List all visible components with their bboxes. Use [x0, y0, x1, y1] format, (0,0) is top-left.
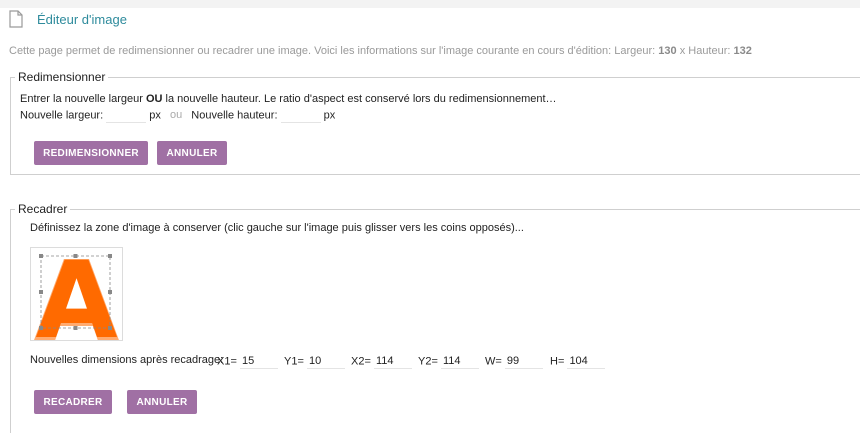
x1-label: X1=	[217, 355, 237, 368]
handle-e[interactable]	[108, 290, 112, 294]
width-unit: px	[149, 109, 161, 122]
image-width-value: 130	[658, 45, 677, 57]
height-label: Nouvelle hauteur:	[191, 109, 278, 122]
width-label: Nouvelle largeur:	[20, 109, 104, 122]
crop-image-area[interactable]: A A	[30, 238, 123, 368]
handle-nw[interactable]	[39, 254, 43, 258]
crop-button[interactable]: RECADRER	[34, 390, 112, 414]
y1-label: Y1=	[284, 355, 304, 368]
y2-group: Y2=	[418, 354, 479, 369]
h-group: H=	[550, 354, 606, 369]
handle-ne[interactable]	[108, 254, 112, 258]
resize-instr-end: la nouvelle hauteur. Le ratio d'aspect e…	[162, 93, 557, 105]
resize-cancel-button[interactable]: ANNULER	[157, 141, 227, 165]
or-separator: ou	[169, 109, 183, 122]
document-icon	[9, 10, 23, 28]
w-group: W=	[485, 354, 543, 369]
h-label: H=	[550, 355, 565, 368]
intro-separator: x Hauteur:	[676, 45, 734, 57]
x1-group: X1=	[217, 354, 278, 369]
crop-legend: Recadrer	[18, 202, 68, 216]
crop-cancel-button[interactable]: ANNULER	[127, 390, 197, 414]
crop-instructions: Définissez la zone d'image à conserver (…	[30, 222, 524, 234]
crop-dims-label: Nouvelles dimensions après recadrage:	[30, 354, 224, 366]
y2-input[interactable]	[440, 354, 479, 369]
resize-button[interactable]: REDIMENSIONNER	[34, 141, 148, 165]
h-input[interactable]	[567, 354, 606, 369]
x2-input[interactable]	[373, 354, 412, 369]
y2-label: Y2=	[418, 355, 438, 368]
resize-legend: Redimensionner	[18, 70, 106, 84]
handle-w[interactable]	[39, 290, 43, 294]
width-input[interactable]	[106, 108, 147, 123]
page-title: Éditeur d'image	[37, 11, 127, 27]
y1-group: Y1=	[284, 354, 345, 369]
intro-sentence: Cette page permet de redimensionner ou r…	[9, 45, 659, 57]
height-input[interactable]	[280, 108, 321, 123]
height-unit: px	[323, 109, 336, 122]
intro-text: Cette page permet de redimensionner ou r…	[9, 45, 752, 57]
image-height-value: 132	[733, 45, 752, 57]
crop-image[interactable]: A A	[31, 238, 122, 368]
resize-instructions: Entrer la nouvelle largeur OU la nouvell…	[20, 93, 557, 105]
y1-input[interactable]	[306, 354, 345, 369]
top-band	[0, 0, 860, 8]
w-input[interactable]	[504, 354, 543, 369]
page-header: Éditeur d'image	[9, 9, 127, 29]
resize-instr-ou: OU	[145, 93, 163, 105]
handle-sw[interactable]	[39, 326, 43, 330]
handle-se[interactable]	[108, 326, 112, 330]
handle-n[interactable]	[73, 254, 78, 258]
x1-input[interactable]	[239, 354, 278, 369]
resize-instr-start: Entrer la nouvelle largeur	[20, 93, 146, 105]
x2-group: X2=	[351, 354, 412, 369]
x2-label: X2=	[351, 355, 371, 368]
handle-s[interactable]	[73, 326, 78, 330]
w-label: W=	[485, 355, 502, 368]
resize-fields-row: Nouvelle largeur: px ou Nouvelle hauteur…	[20, 108, 335, 123]
